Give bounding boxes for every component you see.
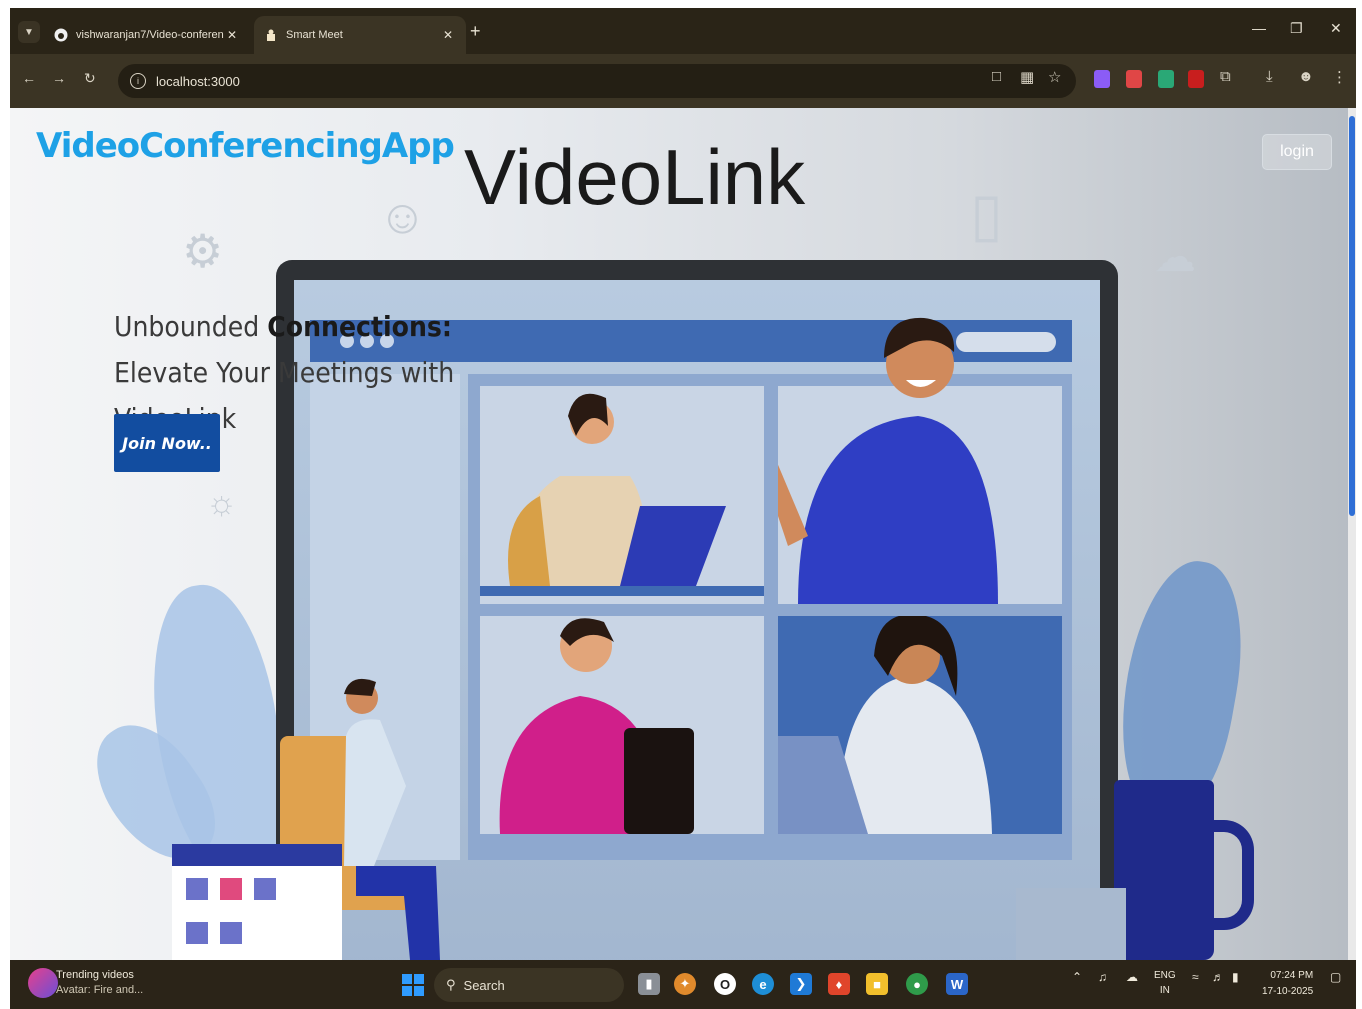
- minimize-icon[interactable]: —: [1252, 20, 1266, 36]
- join-now-button[interactable]: Join Now..: [114, 414, 220, 472]
- language-bottom: IN: [1159, 985, 1170, 996]
- brave-icon[interactable]: ♦: [828, 973, 850, 995]
- back-icon[interactable]: ←: [22, 70, 36, 86]
- tab-strip: ▼ vishwaranjan7/Video-conferen ✕ Smart M…: [10, 8, 1356, 54]
- translate-icon[interactable]: ▦: [1020, 68, 1034, 86]
- address-bar[interactable]: i localhost:3000: [118, 64, 1076, 98]
- more-menu-icon[interactable]: ⋮: [1332, 68, 1347, 86]
- browser-toolbar: ← → ↻ i localhost:3000 □ ▦ ☆ ⧉ ⤓ ☻ ⋮: [10, 54, 1356, 108]
- widgets-text[interactable]: Trending videos Avatar: Fire and...: [56, 968, 143, 998]
- tab-github[interactable]: vishwaranjan7/Video-conferen ✕: [44, 16, 250, 54]
- close-tab-icon[interactable]: ✕: [440, 28, 456, 42]
- download-icon[interactable]: ⤓: [1266, 68, 1273, 85]
- bulb-outline-icon: ☼: [206, 484, 238, 522]
- calendar-cell: [254, 878, 276, 900]
- widget-title: Trending videos: [56, 969, 134, 981]
- headset-icon[interactable]: ♫: [1098, 970, 1107, 984]
- taskbar-clock[interactable]: 07:24 PM 17-10-2025: [1262, 968, 1313, 1000]
- page-viewport: ⚙ ☺ ▯ ☁ ☼ VideoConferencingApp VideoLink…: [10, 108, 1356, 960]
- tray-overflow-icon[interactable]: ⌃: [1072, 970, 1082, 984]
- tagline-bold: Connections:: [267, 310, 453, 343]
- participant-man-head-illustration: [884, 317, 955, 398]
- windows-taskbar: Trending videos Avatar: Fire and... ⚲ Se…: [10, 960, 1356, 1009]
- edge-icon[interactable]: e: [752, 973, 774, 995]
- extension-purple-icon[interactable]: [1094, 70, 1110, 88]
- language-top: ENG: [1154, 970, 1176, 981]
- profile-avatar-icon[interactable]: ☻: [1298, 68, 1314, 85]
- tagline-prefix: Unbounded: [114, 310, 268, 343]
- tab-search-menu-icon[interactable]: ▼: [18, 21, 40, 43]
- cast-icon[interactable]: □: [992, 68, 1001, 85]
- onedrive-cloud-icon[interactable]: ☁: [1126, 970, 1138, 984]
- books-illustration: [1016, 888, 1126, 960]
- notification-bell-icon[interactable]: ▢: [1330, 970, 1341, 984]
- cloud-outline-icon: ☁: [1154, 233, 1196, 280]
- taskbar-search[interactable]: ⚲ Search: [434, 968, 624, 1002]
- video-app-search-illustration: [956, 332, 1056, 352]
- mug-illustration: [1114, 780, 1214, 960]
- extensions-puzzle-icon[interactable]: ⧉: [1220, 68, 1231, 85]
- close-window-icon[interactable]: ✕: [1330, 20, 1342, 37]
- volume-icon[interactable]: ♬: [1212, 970, 1224, 984]
- extension-shield-red-icon[interactable]: [1126, 70, 1142, 88]
- tab-smart-meet[interactable]: Smart Meet ✕: [254, 16, 466, 54]
- smart-meet-icon: [264, 28, 278, 42]
- new-tab-button[interactable]: +: [470, 22, 481, 40]
- word-icon[interactable]: W: [946, 973, 968, 995]
- calendar-cell: [186, 922, 208, 944]
- file-explorer-icon[interactable]: ■: [866, 973, 888, 995]
- bookmark-star-icon[interactable]: ☆: [1048, 68, 1061, 86]
- mug-handle-illustration: [1208, 820, 1254, 930]
- forward-icon[interactable]: →: [52, 70, 66, 86]
- login-button[interactable]: login: [1262, 134, 1332, 170]
- windows-start-icon[interactable]: [402, 974, 424, 996]
- language-indicator[interactable]: ENG IN: [1154, 968, 1176, 998]
- participant-woman-curly-illustration: [748, 614, 1062, 834]
- calendar-cell-marked: [220, 878, 242, 900]
- scrollbar-thumb[interactable]: [1349, 116, 1355, 516]
- calendar-cell: [220, 922, 242, 944]
- reload-icon[interactable]: ↻: [84, 70, 96, 87]
- address-text: localhost:3000: [156, 73, 240, 89]
- restore-icon[interactable]: ❐: [1290, 20, 1303, 37]
- browser-chrome: ▼ vishwaranjan7/Video-conferen ✕ Smart M…: [10, 8, 1356, 108]
- clock-date: 17-10-2025: [1262, 986, 1314, 997]
- task-view-icon[interactable]: ▮: [638, 973, 660, 995]
- brand-logo[interactable]: VideoConferencingApp: [36, 126, 455, 166]
- gear-outline-icon: ⚙: [182, 225, 224, 277]
- widget-subtitle: Avatar: Fire and...: [56, 984, 144, 996]
- calendar-cell: [186, 878, 208, 900]
- widgets-icon[interactable]: [28, 968, 58, 998]
- extension-red-icon[interactable]: [1188, 70, 1204, 88]
- tab-title: vishwaranjan7/Video-conferen: [76, 29, 224, 41]
- phone-outline-icon: ▯: [970, 181, 1004, 248]
- copilot-icon[interactable]: ✦: [674, 973, 696, 995]
- clock-time: 07:24 PM: [1270, 970, 1314, 981]
- wifi-icon[interactable]: ≈: [1192, 970, 1199, 984]
- chrome-icon[interactable]: ●: [906, 973, 928, 995]
- page-title: VideoLink: [464, 133, 806, 221]
- search-label: Search: [463, 977, 505, 993]
- github-icon: [54, 28, 68, 42]
- page-scrollbar[interactable]: [1348, 108, 1356, 960]
- app-o-icon[interactable]: O: [714, 973, 736, 995]
- battery-icon[interactable]: ▮: [1232, 970, 1239, 984]
- search-icon: ⚲: [446, 977, 456, 992]
- participant-man-clipboard-illustration: [480, 616, 764, 834]
- site-info-icon[interactable]: i: [130, 73, 146, 89]
- tab-title: Smart Meet: [286, 29, 343, 41]
- extension-shield-green-icon[interactable]: [1158, 70, 1174, 88]
- vscode-icon[interactable]: ❯: [790, 973, 812, 995]
- user-outline-icon: ☺: [378, 191, 428, 244]
- close-tab-icon[interactable]: ✕: [224, 28, 240, 42]
